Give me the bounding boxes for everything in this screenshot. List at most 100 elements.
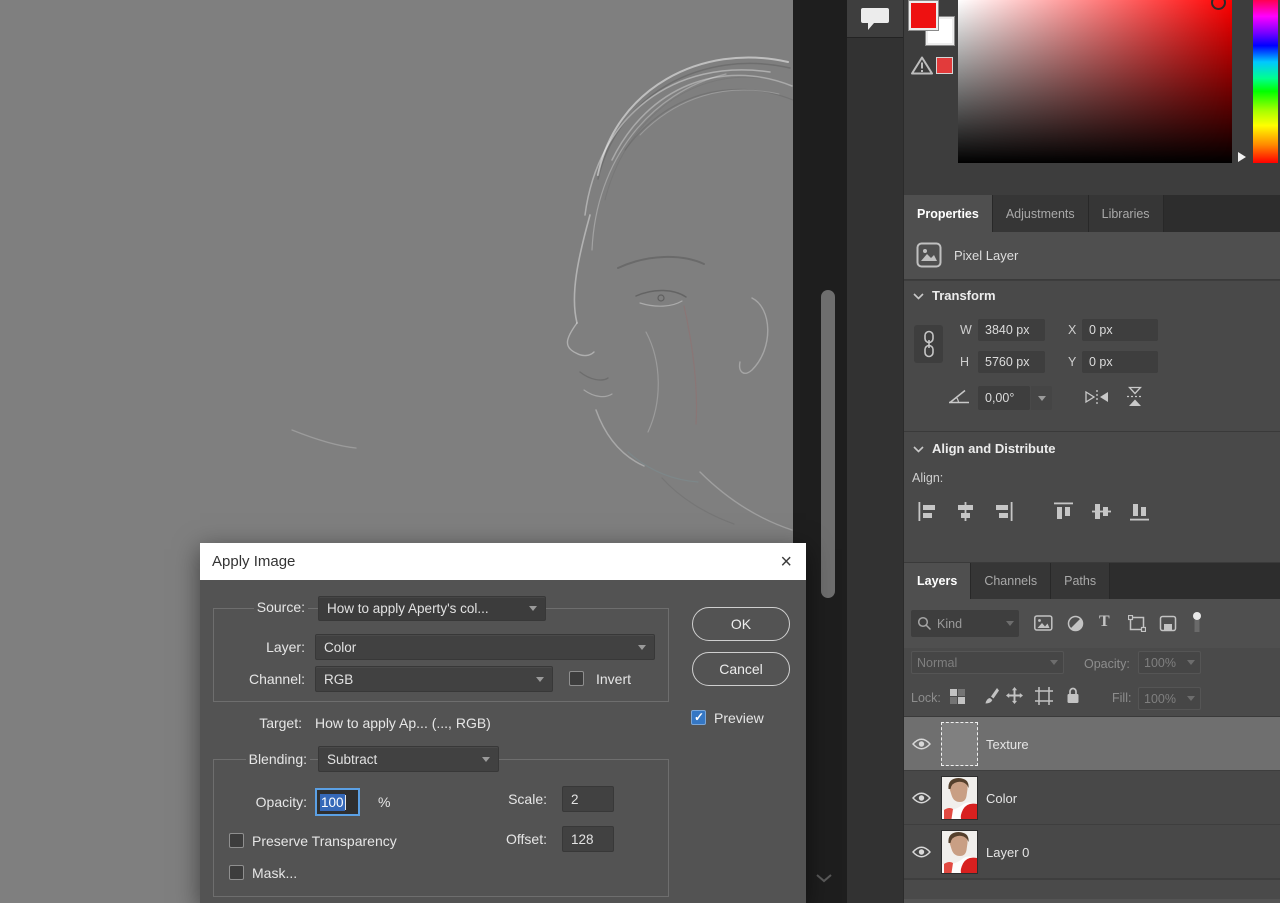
lock-label: Lock: [911,691,941,705]
gamut-color-swatch[interactable] [936,57,953,74]
right-panel: Properties Adjustments Libraries Pixel L… [903,0,1280,903]
saturation-brightness-field[interactable] [958,0,1232,163]
align-left-edges-button[interactable] [918,502,937,521]
flip-vertical-button[interactable] [1126,386,1144,407]
invert-label: Invert [596,671,631,687]
ok-button[interactable]: OK [692,607,790,641]
x-field[interactable]: 0 px [1082,319,1158,341]
visibility-eye-icon[interactable] [912,846,931,858]
filter-shape-layers-button[interactable] [1128,615,1146,632]
visibility-eye-icon[interactable] [912,792,931,804]
preserve-transparency-checkbox[interactable] [229,833,244,848]
lock-transparent-pixels-button[interactable] [949,688,966,705]
invert-checkbox[interactable] [569,671,584,686]
width-field[interactable]: 3840 px [978,319,1045,341]
layer-row-layer0[interactable]: Layer 0 [904,825,1280,879]
cancel-button[interactable]: Cancel [692,652,790,686]
mask-checkbox[interactable] [229,865,244,880]
comments-panel-button[interactable] [847,0,903,38]
preview-checkbox[interactable] [691,710,706,725]
scroll-down-icon[interactable] [815,873,833,883]
filter-toggle-button[interactable] [1191,611,1203,635]
chevron-down-icon [482,757,490,762]
tab-properties-label: Properties [917,207,979,221]
align-distribute-title[interactable]: Align and Distribute [932,441,1056,456]
align-vertical-centers-button[interactable] [1092,502,1111,521]
layer-select[interactable]: Color [315,634,655,660]
blending-label: Blending: [213,751,310,767]
vertical-scrollbar[interactable] [821,290,835,598]
color-cursor-icon[interactable] [1211,0,1226,10]
angle-dropdown-button[interactable] [1031,386,1052,410]
layer-row-color[interactable]: Color [904,771,1280,825]
close-icon[interactable]: × [780,552,792,572]
angle-field[interactable]: 0,00° [978,386,1030,410]
channel-select[interactable]: RGB [315,666,553,692]
layer-name[interactable]: Layer 0 [986,845,1029,860]
comment-icon [860,7,890,31]
blending-value: Subtract [327,752,377,767]
link-dimensions-button[interactable] [914,325,943,363]
source-select[interactable]: How to apply Aperty's col... [318,596,546,621]
lock-image-pixels-button[interactable] [982,687,999,705]
blend-mode-row: Normal Opacity: 100% [904,648,1280,682]
fill-value: 100% [1144,692,1176,706]
tab-paths[interactable]: Paths [1051,563,1110,599]
y-field[interactable]: 0 px [1082,351,1158,373]
lock-row: Lock: Fill: 100% [904,682,1280,717]
layers-opacity-field[interactable]: 100% [1138,651,1201,674]
layer-name[interactable]: Color [986,791,1017,806]
scale-label: Scale: [500,791,550,807]
transform-title[interactable]: Transform [932,288,996,303]
link-icon [922,330,936,358]
dialog-titlebar[interactable]: Apply Image × [200,543,806,580]
tab-layers[interactable]: Layers [904,563,971,599]
tab-channels[interactable]: Channels [971,563,1051,599]
align-right-edges-button[interactable] [994,502,1013,521]
align-bottom-edges-button[interactable] [1130,502,1149,521]
offset-input[interactable]: 128 [562,826,614,852]
blending-select[interactable]: Subtract [318,746,499,772]
y-label: Y [1068,355,1076,369]
channel-value: RGB [324,672,353,687]
chevron-down-icon[interactable] [913,293,924,300]
tab-channels-label: Channels [984,574,1037,588]
align-label: Align: [912,471,943,485]
layer-thumbnail[interactable] [941,776,978,820]
tab-libraries[interactable]: Libraries [1089,195,1164,232]
x-label: X [1068,323,1076,337]
lock-artboard-button[interactable] [1035,687,1053,705]
layer-thumbnail[interactable] [941,722,978,766]
blend-mode-select[interactable]: Normal [911,651,1064,674]
filter-type-layers-button[interactable]: T [1099,613,1110,631]
filter-adjustment-layers-button[interactable] [1067,615,1084,632]
layer-thumbnail[interactable] [941,830,978,874]
fill-field[interactable]: 100% [1138,687,1201,710]
foreground-color-swatch[interactable] [909,1,938,30]
preserve-transparency-label: Preserve Transparency [252,833,397,849]
hue-slider[interactable] [1253,0,1278,163]
layer-name[interactable]: Texture [986,737,1029,752]
hue-marker-icon[interactable] [1238,152,1246,162]
lock-all-button[interactable] [1065,686,1081,704]
visibility-eye-icon[interactable] [912,738,931,750]
properties-tabbar: Properties Adjustments Libraries [904,195,1280,232]
opacity-input[interactable]: 100 [315,788,360,816]
chevron-down-icon[interactable] [913,446,924,453]
layer-filter-search[interactable]: Kind [911,610,1019,637]
height-field[interactable]: 5760 px [978,351,1045,373]
align-horizontal-centers-button[interactable] [956,502,975,521]
filter-pixel-layers-button[interactable] [1034,615,1053,631]
scale-input[interactable]: 2 [562,786,614,812]
filter-smart-objects-button[interactable] [1159,615,1177,632]
chevron-down-icon [529,606,537,611]
layer-row-texture[interactable]: Texture [904,717,1280,771]
transform-section: Transform W 3840 px X 0 px H 5760 px Y 0… [904,281,1280,432]
opacity-unit: % [378,794,390,810]
layer-filter-row: Kind T [904,599,1280,648]
flip-horizontal-button[interactable] [1084,389,1110,405]
tab-adjustments[interactable]: Adjustments [993,195,1089,232]
align-top-edges-button[interactable] [1054,502,1073,521]
lock-position-button[interactable] [1006,687,1023,704]
tab-properties[interactable]: Properties [904,195,993,232]
